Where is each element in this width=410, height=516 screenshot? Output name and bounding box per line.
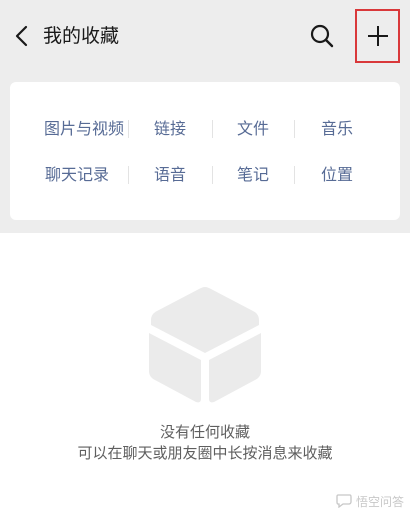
watermark-text: 悟空问答 (355, 494, 404, 509)
category-chat-history[interactable]: 聊天记录 (40, 160, 114, 190)
category-photos-videos[interactable]: 图片与视频 (40, 114, 128, 144)
navigation-bar: 我的收藏 (0, 8, 410, 64)
category-music[interactable]: 音乐 (301, 114, 373, 144)
back-button[interactable] (8, 22, 36, 50)
category-files[interactable]: 文件 (217, 114, 289, 144)
empty-title: 没有任何收藏 (159, 423, 250, 441)
category-divider (128, 166, 129, 184)
category-divider (294, 166, 295, 184)
watermark: 悟空问答 (336, 492, 404, 510)
empty-hint: 可以在聊天或朋友圈中长按消息来收藏 (77, 444, 333, 462)
favorites-content: 没有任何收藏 可以在聊天或朋友圈中长按消息来收藏 悟空问答 (0, 233, 410, 516)
plus-icon (367, 26, 388, 46)
category-divider (212, 166, 213, 184)
category-card: 图片与视频 链接 文件 音乐 聊天记录 语音 笔记 位置 (10, 82, 400, 220)
category-notes[interactable]: 笔记 (217, 160, 289, 190)
category-divider (128, 120, 129, 138)
category-divider (212, 120, 213, 138)
category-location[interactable]: 位置 (301, 160, 373, 190)
cube-icon (149, 287, 261, 403)
chat-bubble-icon (336, 494, 352, 508)
category-divider (294, 120, 295, 138)
add-favorite-button[interactable] (355, 9, 400, 63)
search-button[interactable] (307, 21, 337, 51)
category-voice[interactable]: 语音 (134, 160, 206, 190)
chevron-left-icon (15, 25, 28, 47)
search-icon (310, 24, 334, 48)
status-bar (0, 0, 410, 8)
category-links[interactable]: 链接 (134, 114, 206, 144)
category-row: 图片与视频 链接 文件 音乐 (10, 114, 400, 144)
page-title: 我的收藏 (43, 25, 120, 47)
category-row: 聊天记录 语音 笔记 位置 (10, 160, 400, 190)
